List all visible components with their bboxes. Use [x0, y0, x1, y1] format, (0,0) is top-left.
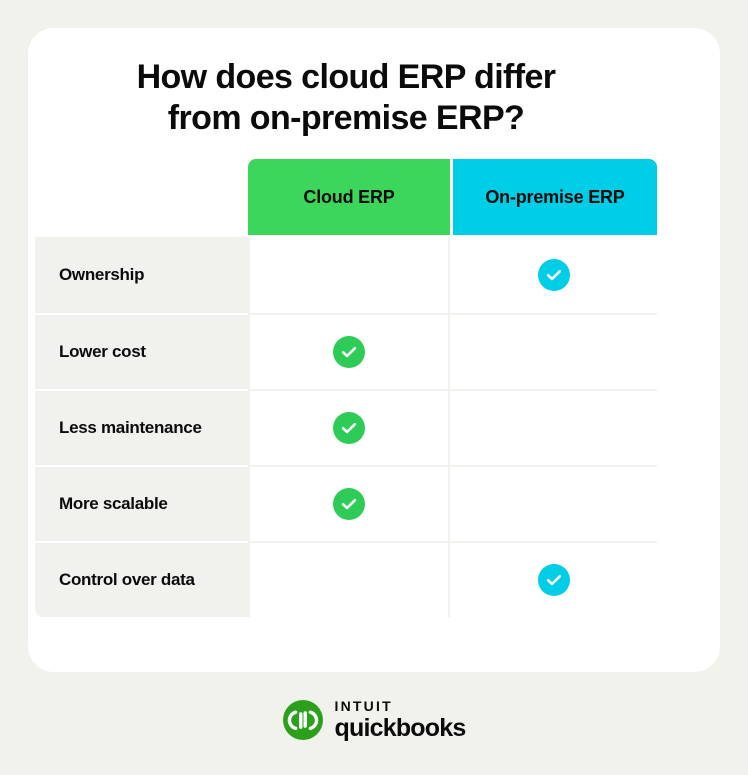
cell-control-over-data-cloud: [248, 543, 450, 617]
cell-more-scalable-cloud: [248, 467, 450, 541]
page-title-line-2: from on-premise ERP?: [167, 99, 525, 137]
row-label-control-over-data: Control over data: [35, 541, 248, 617]
row-label-more-scalable: More scalable: [35, 465, 248, 541]
table-row: Control over data: [35, 541, 657, 617]
cell-more-scalable-on-premise: [450, 467, 657, 541]
column-header-cloud-erp: Cloud ERP: [248, 159, 450, 235]
check-circle-icon: [333, 488, 365, 520]
intuit-quickbooks-logo: intuit quickbooks: [0, 699, 748, 741]
table-header-row: Cloud ERP On-premise ERP: [35, 159, 657, 235]
comparison-table: Cloud ERP On-premise ERP Ownership Lower…: [35, 159, 657, 617]
cell-ownership-cloud: [248, 237, 450, 313]
page-title-line-1: How does cloud ERP differ: [136, 58, 556, 96]
quickbooks-qb-icon: [282, 700, 323, 740]
check-circle-icon: [537, 564, 570, 596]
cell-less-maintenance-cloud: [248, 391, 450, 465]
cell-ownership-on-premise: [450, 237, 657, 313]
cell-lower-cost-cloud: [248, 315, 450, 389]
table-row: Lower cost: [35, 313, 657, 389]
table-header-spacer: [35, 159, 248, 235]
logo-quickbooks-text: quickbooks: [334, 714, 467, 742]
row-label-less-maintenance: Less maintenance: [35, 389, 248, 465]
row-label-lower-cost: Lower cost: [35, 313, 248, 389]
logo-wordmark: intuit quickbooks: [334, 698, 467, 742]
cell-control-over-data-on-premise: [450, 543, 657, 617]
check-circle-icon: [333, 412, 365, 444]
page-title: How does cloud ERP differ from on-premis…: [60, 57, 632, 139]
check-circle-icon: [333, 336, 365, 368]
logo-intuit-text: intuit: [334, 698, 393, 714]
table-row: More scalable: [35, 465, 657, 541]
column-header-on-premise-erp: On-premise ERP: [453, 159, 657, 235]
cell-lower-cost-on-premise: [450, 315, 657, 389]
table-row: Ownership: [35, 237, 657, 313]
check-circle-icon: [537, 259, 570, 291]
table-row: Less maintenance: [35, 389, 657, 465]
row-label-ownership: Ownership: [35, 237, 248, 313]
infographic-page: How does cloud ERP differ from on-premis…: [0, 0, 748, 775]
cell-less-maintenance-on-premise: [450, 391, 657, 465]
